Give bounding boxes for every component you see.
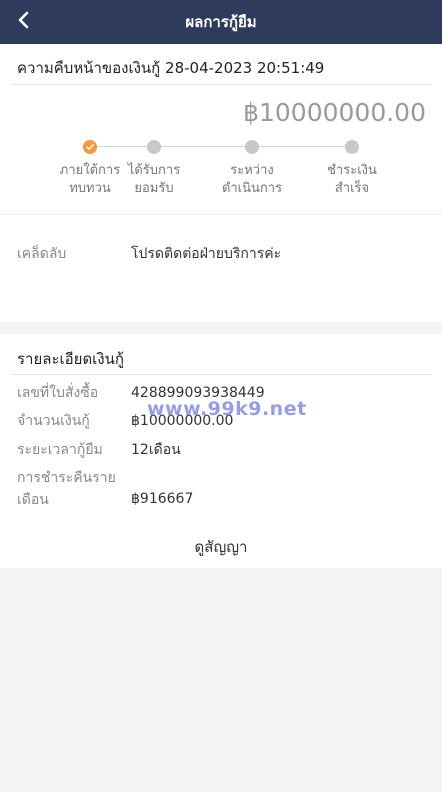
view-contract-link[interactable]: ดูสัญญา [0, 535, 442, 559]
details-title: รายละเอียดเงินกู้ [17, 350, 124, 368]
watermark: www.99k9.net [147, 398, 307, 420]
step-dot-icon [345, 140, 359, 154]
tip-label: เคล็ดลับ [17, 246, 67, 262]
divider [12, 84, 432, 85]
loan-amount-label: จำนวนเงินกู้ [17, 413, 90, 429]
loan-term-value: 12เดือน [131, 442, 181, 458]
step-processing: ระหว่างดำเนินการ [207, 140, 297, 198]
divider [12, 374, 432, 375]
monthly-repayment-label: การชำระคืนรายเดือน [17, 470, 116, 508]
loan-details-card: รายละเอียดเงินกู้ เลขที่ใบสั่งซื้อ 42889… [0, 334, 442, 568]
page-title: ผลการกู้ยืม [185, 13, 257, 31]
tip-value: โปรดติดต่อฝ่ายบริการค่ะ [131, 246, 282, 262]
top-nav-bar: ผลการกู้ยืม [0, 0, 442, 44]
progress-title: ความคืบหน้าของเงินกู้ 28-04-2023 20:51:4… [17, 59, 325, 77]
order-number-label: เลขที่ใบสั่งซื้อ [17, 385, 99, 401]
loan-term-label: ระยะเวลากู้ยืม [17, 442, 103, 458]
step-label: ระหว่างดำเนินการ [221, 163, 283, 196]
step-dot-icon [245, 140, 259, 154]
monthly-repayment-value: ฿916667 [131, 491, 194, 507]
loan-progress-card: ความคืบหน้าของเงินกู้ 28-04-2023 20:51:4… [0, 44, 442, 322]
step-label: ชำระเงินสำเร็จ [327, 163, 377, 196]
loan-amount: ฿10000000.00 [243, 98, 426, 127]
step-active-check-icon [83, 140, 97, 154]
step-dot-icon [147, 140, 161, 154]
divider [0, 214, 442, 215]
step-label: ได้รับการยอมรับ [127, 163, 181, 196]
step-paid: ชำระเงินสำเร็จ [307, 140, 397, 198]
step-approved: ได้รับการยอมรับ [109, 140, 199, 198]
